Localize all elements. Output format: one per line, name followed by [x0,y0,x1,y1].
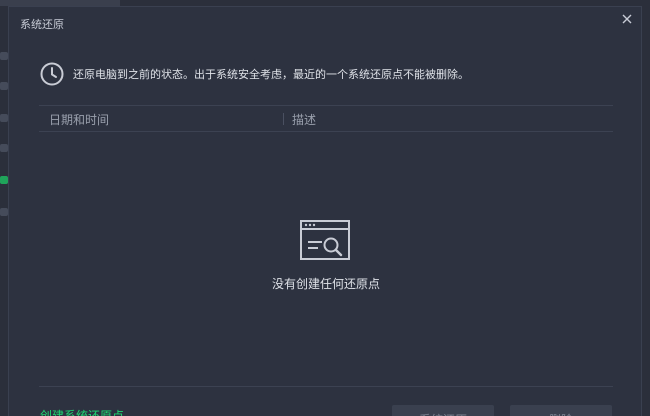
delete-button[interactable]: 删除 [510,405,612,416]
background-sidebar-indicator [0,176,8,184]
column-header-date[interactable]: 日期和时间 [49,111,109,128]
background-sidebar-glyph [0,52,8,60]
column-divider[interactable] [283,113,284,125]
background-sidebar-glyph [0,144,8,152]
footer-divider [39,386,613,387]
background-sidebar-glyph [0,82,8,90]
close-button[interactable] [619,11,635,27]
system-restore-dialog: 系统还原 还原电脑到之前的状态。出于系统安全考虑，最近的一个系统还原点不能被删除… [8,6,642,416]
dialog-title: 系统还原 [20,18,64,31]
clock-icon [39,61,65,87]
system-restore-button[interactable]: 系统还原 [392,405,494,416]
background-sidebar-glyph [0,208,8,216]
column-header-description[interactable]: 描述 [292,111,316,128]
create-restore-point-link[interactable]: 创建系统还原点 [40,407,124,416]
window-search-icon [300,220,352,262]
restore-points-table-header: 日期和时间 描述 [39,105,613,132]
background-sidebar-glyph [0,114,8,122]
close-icon [622,14,632,24]
info-text: 还原电脑到之前的状态。出于系统安全考虑，最近的一个系统还原点不能被删除。 [73,68,469,81]
info-row: 还原电脑到之前的状态。出于系统安全考虑，最近的一个系统还原点不能被删除。 [39,61,469,87]
empty-state-text: 没有创建任何还原点 [271,277,380,291]
